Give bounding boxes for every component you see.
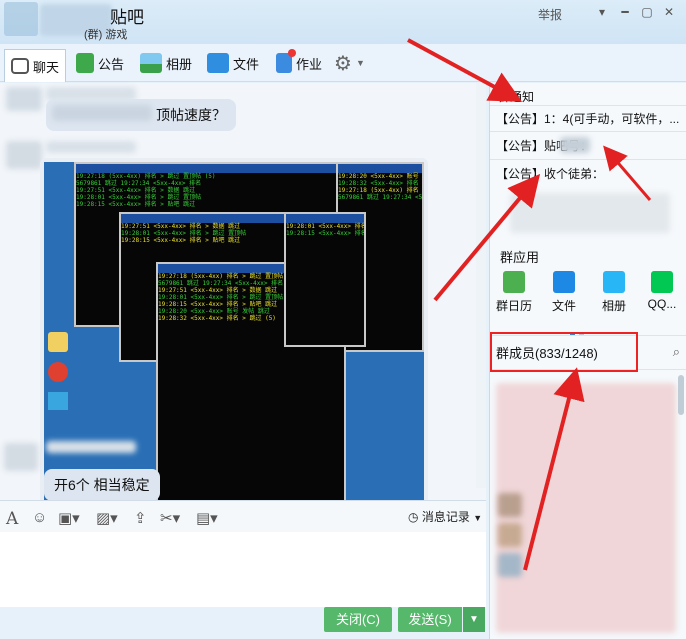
sender-avatar (6, 87, 42, 111)
tab-notice-label: 公告 (98, 56, 125, 72)
picture-icon (140, 53, 162, 73)
maximize-icon[interactable]: ▢ (638, 4, 656, 20)
blurred-text (52, 105, 152, 121)
tab-notice[interactable]: 公告 (76, 50, 124, 76)
file-transfer-icon (553, 271, 575, 293)
app-album[interactable]: 相册 (594, 271, 634, 314)
computer-icon (48, 392, 68, 410)
member-list[interactable] (496, 383, 676, 633)
app-label: 群日历 (495, 299, 532, 313)
chat-icon (11, 58, 29, 74)
skin-icon[interactable]: ▾ (593, 4, 611, 20)
close-icon[interactable]: ✕ (660, 4, 678, 20)
megaphone-icon (76, 53, 94, 73)
sender-name (46, 441, 136, 453)
chevron-down-icon: ▼ (473, 513, 483, 523)
sender-avatar (6, 141, 42, 169)
group-toolbar: 聊天 公告 相册 文件 作业 ⚙ ▼ (0, 44, 686, 82)
emoji-icon[interactable]: ☺ (32, 509, 47, 526)
search-icon[interactable]: ⌕ (673, 344, 680, 360)
chat-history[interactable]: 顶帖速度？ 19:27:18 (5xx-4xx) 排名 > 跳过 置顶帖 (5)… (0, 83, 486, 516)
app-label: QQ... (647, 297, 677, 311)
message-text: 顶帖速度？ (156, 107, 226, 123)
sender-name (46, 141, 136, 153)
message-bubble: 开6个 相当稳定 (44, 469, 160, 501)
group-subtitle: (群) 游戏 (84, 29, 128, 41)
group-side-panel: 群通知 【公告】1：4(可手动，可软件，... 【公告】贴吧号： 【公告】收个徒… (489, 83, 686, 639)
notice-item[interactable]: 【公告】1：4(可手动，可软件，... (496, 110, 682, 127)
scissors-icon[interactable]: ✂▾ (160, 509, 180, 527)
desktop-shortcut-icon (48, 332, 68, 352)
send-button[interactable]: 发送(S) (398, 607, 462, 632)
message-text: 开6个 相当稳定 (54, 477, 150, 493)
tab-album[interactable]: 相册 (140, 50, 192, 76)
console-window: 19:28:01 <5xx-4xx> 排名 > 跳过 置顶帖 19:28:15 … (284, 212, 366, 347)
tab-files[interactable]: 文件 (207, 50, 259, 76)
app-qq[interactable]: QQ... (642, 271, 682, 311)
app-files[interactable]: 文件 (544, 271, 584, 314)
message-history-button[interactable]: ◷ 消息记录 ▼ (408, 508, 482, 525)
desktop-image: 19:27:18 (5xx-4xx) 排名 > 跳过 置顶帖 (5) 56798… (44, 162, 424, 514)
tab-album-label: 相册 (166, 56, 193, 72)
report-button[interactable]: 举报 (538, 6, 562, 23)
image-icon[interactable]: ▨▾ (96, 509, 118, 527)
tab-files-label: 文件 (233, 56, 260, 72)
send-options-button[interactable]: ▼ (463, 607, 485, 632)
redacted-text (560, 137, 590, 153)
app-calendar[interactable]: 群日历 (494, 271, 534, 314)
calendar-icon (503, 271, 525, 293)
tab-chat[interactable]: 聊天 (4, 49, 67, 82)
phone-icon (651, 271, 673, 293)
settings-menu[interactable]: ⚙ ▼ (334, 50, 365, 76)
picture-icon (603, 271, 625, 293)
annotation-box (490, 332, 638, 372)
page-dots[interactable] (570, 324, 590, 336)
history-label: 消息记录 (421, 510, 470, 524)
notice-item[interactable]: 【公告】收个徒弟： (496, 165, 682, 182)
message-input[interactable] (0, 532, 486, 607)
screenshot-image[interactable]: 19:27:18 (5xx-4xx) 排名 > 跳过 置顶帖 (5) 56798… (40, 158, 428, 516)
font-icon[interactable]: A (6, 509, 18, 529)
qq-penguin-icon (48, 362, 68, 382)
close-button[interactable]: 关闭(C) (324, 607, 392, 632)
members-scrollbar[interactable] (678, 375, 684, 415)
apps-title: 群应用 (500, 250, 540, 265)
member-avatar (498, 523, 522, 547)
member-avatar (498, 553, 522, 577)
group-avatar[interactable] (4, 2, 38, 36)
title-bar: 贴吧 (群) 游戏 举报 ▾ ━ ▢ ✕ (0, 0, 686, 44)
tab-homework-label: 作业 (296, 56, 323, 72)
tab-chat-label: 聊天 (33, 59, 60, 75)
member-avatar (498, 493, 522, 517)
gift-icon[interactable]: ▣▾ (58, 509, 80, 527)
folder-icon (207, 53, 229, 73)
chat-scrollbar[interactable] (476, 83, 486, 488)
chevron-down-icon: ▼ (355, 58, 365, 68)
group-name: 贴吧 (110, 8, 144, 27)
sender-avatar (4, 443, 38, 471)
gear-icon: ⚙ (334, 52, 352, 75)
clock-icon: ◷ (408, 510, 419, 524)
upload-icon[interactable]: ⇪ (134, 509, 147, 527)
minimize-icon[interactable]: ━ (616, 4, 634, 20)
redacted-block (510, 193, 670, 233)
message-bubble: 顶帖速度？ (46, 99, 236, 131)
homework-icon (276, 49, 296, 73)
notice-title: 群通知 (498, 90, 535, 104)
more-icon[interactable]: ▤▾ (196, 509, 218, 527)
app-label: 文件 (551, 299, 576, 313)
app-label: 相册 (601, 299, 626, 313)
tab-homework[interactable]: 作业 (276, 49, 323, 76)
